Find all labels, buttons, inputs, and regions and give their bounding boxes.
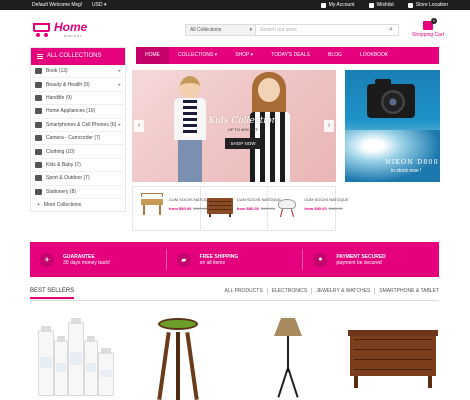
search-category-select[interactable]: All Collections	[186, 25, 256, 35]
kid-boy-image	[170, 76, 212, 182]
sidebar-item-stationery[interactable]: Stationery (8)	[31, 186, 125, 199]
more-collections-link[interactable]: + More Collections	[31, 199, 125, 211]
feature-guarantee: ✈ GUARANTEE 30 days money back!	[30, 249, 167, 270]
product-price: from $80.00 $110.00	[304, 206, 343, 211]
currency-select[interactable]: USD ▾	[92, 2, 106, 8]
product-card[interactable]: CUM SOCIIS NATOQUE from $80.00 $110.00	[133, 187, 213, 230]
slider-next-icon[interactable]: ›	[324, 120, 334, 132]
nav-shop[interactable]: SHOP ▾	[226, 47, 262, 64]
sidebar-item-beauty[interactable]: Beauty & Health (9) ▸	[31, 78, 125, 92]
welcome-message: Default Welcome Msg!	[32, 2, 83, 8]
nav-home[interactable]: HOME	[136, 47, 169, 64]
chest-image	[206, 195, 233, 217]
heart-icon	[368, 2, 374, 8]
product-card[interactable]: CUM SOCIIS NATOQUE from $80.00 $110.00	[201, 187, 281, 230]
feature-free-shipping: ▰ FREE SHIPPING on all items	[167, 249, 304, 270]
feature-payment-secured: ● PAYMENT SECURED payment be secured	[303, 249, 439, 270]
shop-now-button[interactable]: SHOP NOW	[224, 138, 262, 149]
nav-collections[interactable]: COLLECTIONS ▾	[169, 47, 226, 64]
slide-caption: Kids Collection UP TO 40% OFF SHOP NOW	[208, 116, 278, 150]
slider-prev-icon[interactable]: ‹	[134, 120, 144, 132]
plane-icon: ✈	[40, 252, 54, 267]
logo-name: Home	[54, 20, 88, 34]
nav-blog[interactable]: BLOG	[319, 47, 351, 64]
logo-cart-icon	[31, 21, 53, 37]
product-lamp-image[interactable]	[262, 310, 316, 400]
tab-smartphone-tablet[interactable]: SMARTPHONE & TABLET	[375, 288, 439, 294]
wishlist-link[interactable]: Wishlist	[368, 2, 394, 8]
beauty-icon	[35, 81, 42, 88]
camera-icon	[35, 135, 42, 142]
sidebar-item-smartphones[interactable]: Smartphones & Cell Phones (6) ▸	[31, 119, 125, 132]
best-sellers-products	[30, 310, 439, 400]
shopping-cart[interactable]: 0 Shopping Cart	[408, 18, 448, 38]
plus-icon: +	[37, 201, 40, 208]
location-icon	[407, 2, 413, 8]
sidebar-title: ALL COLLECTIONS	[47, 53, 102, 59]
promo-product-name: NIKON D800	[385, 158, 439, 166]
top-links: My Account Wishlist Store Location	[320, 2, 448, 8]
baby-icon	[35, 161, 42, 168]
sidebar-item-handlife[interactable]: Handlife (9)	[31, 92, 125, 106]
search-icon[interactable]: ⌕	[384, 25, 398, 35]
product-sideboard-image[interactable]	[348, 310, 438, 400]
sidebar-item-sport[interactable]: Sport & Outdoor (7)	[31, 172, 125, 186]
sidebar-item-camera[interactable]: Camera - Camcorder (7)	[31, 132, 125, 146]
slide-subtitle: UP TO 40% OFF	[227, 127, 259, 132]
store-location-link[interactable]: Store Location	[407, 2, 448, 8]
handlife-icon	[35, 94, 42, 101]
chevron-right-icon: ▸	[118, 68, 121, 75]
tab-electronics[interactable]: ELECTRONICS	[268, 288, 313, 294]
product-card[interactable]: CUM SOCIIS NATOQUE from $80.00 $110.00	[268, 187, 349, 230]
shirt-icon	[35, 148, 42, 155]
appliance-icon	[35, 108, 42, 115]
slide-title: Kids Collection	[208, 116, 278, 126]
truck-icon: ▰	[176, 252, 191, 267]
lock-icon: ●	[313, 252, 328, 267]
nav-todays-deals[interactable]: TODAY'S DEALS	[262, 47, 319, 64]
menu-icon	[37, 54, 43, 59]
best-sellers-header: BEST SELLERS ALL PRODUCTS ELECTRONICS JE…	[30, 287, 439, 301]
sidebar-item-kids[interactable]: Kids & Baby (7)	[31, 159, 125, 173]
cart-label: Shopping Cart	[412, 32, 444, 38]
search-bar: All Collections Search our store ⌕	[185, 24, 399, 36]
camera-promo-banner[interactable]: NIKON D800 in stock now !	[345, 70, 440, 182]
bike-icon	[35, 175, 42, 182]
my-account-link[interactable]: My Account	[320, 2, 355, 8]
sidebar-item-home-appliances[interactable]: Home Appliances (10)	[31, 105, 125, 119]
header: Home market All Collections Search our s…	[0, 10, 470, 46]
cart-icon: 0	[423, 18, 437, 30]
best-sellers-tabs: ALL PRODUCTS ELECTRONICS JEWELRY & WATCH…	[221, 288, 439, 294]
chevron-right-icon: ▸	[118, 121, 121, 128]
tab-all-products[interactable]: ALL PRODUCTS	[221, 288, 268, 294]
book-icon	[35, 68, 42, 75]
sidebar-item-book[interactable]: Book (13) ▸	[31, 65, 125, 79]
featured-products: CUM SOCIIS NATOQUE from $80.00 $110.00 CU…	[132, 186, 349, 231]
features-bar: ✈ GUARANTEE 30 days money back! ▰ FREE SH…	[30, 242, 439, 277]
sidebar-item-clothing[interactable]: Clothing (10)	[31, 145, 125, 159]
camera-image	[367, 79, 415, 118]
wave-background	[345, 130, 440, 182]
nav-lookbook[interactable]: LOOKBOOK	[351, 47, 397, 64]
best-sellers-title: BEST SELLERS	[30, 288, 75, 299]
main-nav: HOME COLLECTIONS ▾ SHOP ▾ TODAY'S DEALS …	[136, 47, 439, 64]
promo-stock-text: in stock now !	[391, 168, 422, 174]
product-cosmetics-image[interactable]	[38, 310, 118, 400]
product-title[interactable]: CUM SOCIIS NATOQUE	[304, 197, 348, 202]
chair-image	[274, 195, 300, 217]
cart-count-badge: 0	[431, 18, 437, 24]
stationery-icon	[35, 188, 42, 195]
top-bar: Default Welcome Msg! USD ▾ My Account Wi…	[0, 0, 470, 10]
sidebar-header[interactable]: ALL COLLECTIONS	[31, 48, 125, 65]
collections-sidebar: ALL COLLECTIONS Book (13) ▸ Beauty & Heal…	[30, 47, 126, 212]
phone-icon	[35, 121, 42, 128]
chevron-right-icon: ▸	[118, 81, 121, 88]
bench-image	[139, 193, 165, 217]
tab-jewelry-watches[interactable]: JEWELRY & WATCHES	[312, 288, 376, 294]
user-icon	[320, 2, 326, 8]
logo[interactable]: Home market	[31, 21, 87, 38]
search-input[interactable]: Search our store	[256, 25, 384, 35]
product-stool-image[interactable]	[150, 310, 210, 400]
hero-slider[interactable]: Kids Collection UP TO 40% OFF SHOP NOW ‹…	[132, 70, 336, 182]
